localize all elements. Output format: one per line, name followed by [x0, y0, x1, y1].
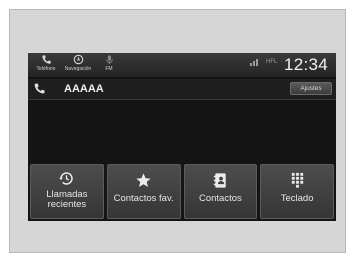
keypad-icon	[291, 172, 303, 188]
status-tab-fm[interactable]: FM	[98, 54, 120, 76]
status-tab-label: Navegación	[64, 66, 92, 72]
star-icon	[136, 173, 151, 188]
status-tab-label: Teléfono	[36, 66, 56, 72]
contacts-button[interactable]: Contactos	[183, 164, 258, 219]
caller-name: AAAAA	[64, 83, 104, 95]
phone-icon	[41, 55, 51, 64]
keypad-button[interactable]: Teclado	[260, 164, 334, 219]
status-tab-phone[interactable]: Teléfono	[32, 54, 60, 76]
navigation-icon	[73, 54, 83, 65]
infotainment-screen: Teléfono Navegación FM HFL 12:34 AAAAA A…	[28, 53, 336, 221]
contacts-icon	[213, 173, 226, 188]
status-tab-label: FM	[105, 66, 113, 72]
call-bar: AAAAA Ajustes	[28, 79, 336, 100]
favorite-contacts-button[interactable]: Contactos fav.	[106, 164, 181, 219]
phone-menu: Llamadas recientes Contactos fav. Contac…	[30, 164, 334, 219]
recent-calls-label: Llamadas recientes	[46, 189, 88, 210]
favorite-contacts-label: Contactos fav.	[113, 193, 174, 204]
signal-strength-icon	[250, 58, 258, 66]
settings-button[interactable]: Ajustes	[290, 82, 332, 95]
recent-calls-icon	[59, 172, 74, 185]
recent-calls-button[interactable]: Llamadas recientes	[30, 164, 104, 219]
clock: 12:34	[283, 55, 328, 74]
contacts-label: Contactos	[198, 193, 242, 204]
status-bar: Teléfono Navegación FM HFL 12:34	[28, 53, 336, 77]
phone-handset-icon	[34, 83, 45, 94]
keypad-label: Teclado	[280, 193, 314, 204]
status-tab-navigation[interactable]: Navegación	[61, 54, 95, 76]
radio-icon	[105, 55, 113, 65]
bluetooth-status: HFL	[266, 59, 278, 65]
